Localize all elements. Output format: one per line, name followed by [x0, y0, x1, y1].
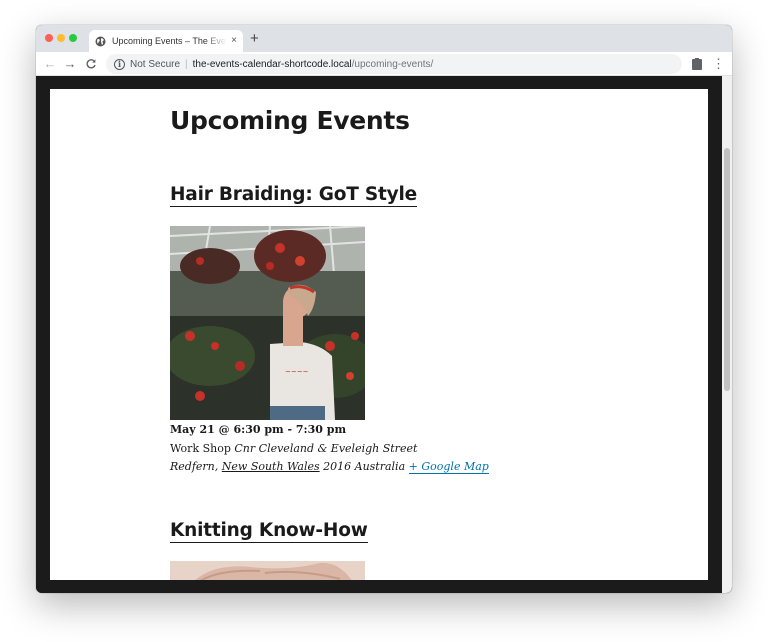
back-button[interactable]: ←: [41, 55, 59, 73]
address-bar[interactable]: i Not Secure | the-events-calendar-short…: [106, 54, 682, 74]
omnibox-divider: |: [185, 58, 188, 70]
event-image[interactable]: [170, 561, 365, 580]
reload-button[interactable]: [82, 55, 100, 73]
event-postcode-country: 2016 Australia: [323, 460, 406, 473]
scrollbar-thumb[interactable]: [724, 148, 730, 391]
new-tab-button[interactable]: +: [250, 31, 259, 46]
url-path: /upcoming-events/: [351, 58, 434, 70]
event-datetime: May 21 @ 6:30 pm - 7:30 pm: [170, 423, 347, 436]
reload-icon: [86, 59, 96, 69]
url-host: the-events-calendar-shortcode.local: [192, 58, 352, 70]
event-city: Redfern,: [170, 460, 219, 473]
event-image[interactable]: ~~~~: [170, 226, 365, 420]
event-title-link[interactable]: Hair Braiding: GoT Style: [170, 184, 417, 207]
browser-window: Upcoming Events – The Events Calendar Sh…: [36, 25, 732, 593]
svg-text:~~~~: ~~~~: [285, 368, 309, 376]
event-street: Cnr Cleveland & Eveleigh Street: [234, 442, 418, 455]
tab-bar: Upcoming Events – The Events Calendar Sh…: [36, 25, 732, 52]
zoom-window-button[interactable]: [69, 34, 77, 42]
active-tab[interactable]: Upcoming Events – The Events Calendar Sh…: [89, 30, 243, 52]
security-label: Not Secure: [130, 58, 181, 70]
close-window-button[interactable]: [45, 34, 53, 42]
event-address-line: Redfern, New South Wales 2016 Australia …: [170, 460, 489, 474]
vertical-scrollbar[interactable]: [722, 76, 732, 593]
tab-close-icon[interactable]: ×: [231, 36, 237, 46]
clipboard-extension-icon[interactable]: [692, 58, 702, 70]
page-content: Upcoming Events Hair Braiding: GoT Style: [50, 89, 708, 580]
event-state-link[interactable]: New South Wales: [222, 460, 320, 473]
woman-in-greenhouse-photo: ~~~~: [170, 226, 365, 420]
globe-icon: [95, 36, 106, 47]
knitted-sweater-photo: [170, 561, 365, 580]
forward-button[interactable]: →: [61, 55, 79, 73]
more-menu-icon[interactable]: ⋮: [712, 55, 725, 73]
browser-toolbar: ← → i Not Secure | the-events-calendar-s…: [36, 52, 732, 76]
tab-title: Upcoming Events – The Events Calendar Sh…: [112, 36, 227, 46]
info-icon[interactable]: i: [114, 58, 125, 70]
google-map-link[interactable]: + Google Map: [408, 460, 489, 474]
page-viewport: Upcoming Events Hair Braiding: GoT Style: [36, 76, 732, 593]
event-title-link[interactable]: Knitting Know-How: [170, 520, 368, 543]
event-venue: Work Shop: [170, 442, 231, 455]
page-title: Upcoming Events: [170, 106, 410, 135]
event-venue-line: Work Shop Cnr Cleveland & Eveleigh Stree…: [170, 442, 417, 455]
minimize-window-button[interactable]: [57, 34, 65, 42]
